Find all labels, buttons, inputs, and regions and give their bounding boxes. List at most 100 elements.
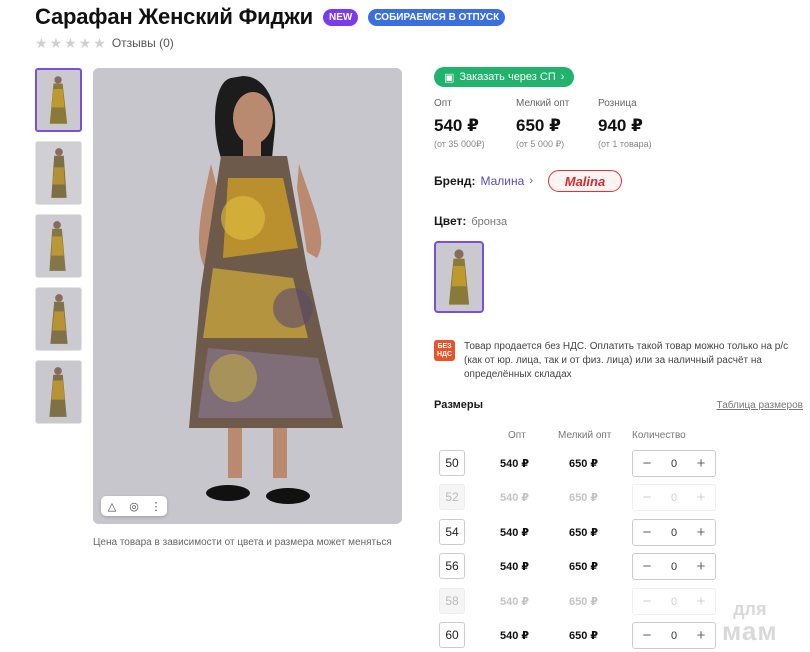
- quantity-value[interactable]: 0: [671, 527, 677, 539]
- watermark-line2: мам: [722, 616, 778, 646]
- color-row: Цвет: бронза: [434, 214, 507, 228]
- plus-icon[interactable]: +: [694, 456, 708, 471]
- quantity-value[interactable]: 0: [671, 630, 677, 642]
- quantity-value: 0: [670, 491, 678, 504]
- size-price-small-opt: 650 ₽: [569, 458, 599, 470]
- product-title: Сарафан Женский Фиджи: [35, 4, 313, 29]
- no-vat-icon-line2: НДС: [436, 350, 453, 358]
- thumbnail-2[interactable]: [35, 141, 82, 205]
- dress-photo-swatch: [436, 243, 482, 311]
- minus-icon: −: [642, 488, 652, 506]
- quantity-value[interactable]: 0: [671, 458, 677, 470]
- brand-logo[interactable]: Malina: [547, 170, 622, 192]
- size-label: 52: [439, 484, 465, 510]
- size-price-opt: 540 ₽: [500, 527, 530, 539]
- price-retail: Розница 940 ₽ (от 1 товара): [598, 98, 680, 150]
- minus-icon[interactable]: −: [640, 525, 654, 540]
- price-note: Цена товара в зависимости от цвета и раз…: [93, 537, 392, 548]
- rating-stars: ★ ★ ★ ★ ★: [35, 36, 106, 50]
- plus-icon[interactable]: +: [694, 525, 708, 540]
- column-header-opt: Опт: [508, 430, 526, 441]
- price-value: 650 ₽: [516, 116, 561, 135]
- price-condition: (от 1 товара): [598, 139, 652, 149]
- star-icon: ★: [35, 35, 48, 51]
- thumbnail-1[interactable]: [35, 68, 82, 132]
- price-condition: (от 35 000₽): [434, 139, 485, 149]
- dress-photo-thumb: [36, 361, 81, 423]
- size-label: 60: [439, 622, 465, 648]
- photo-toolbar: △ ◎ ⋮: [101, 496, 167, 516]
- price-label: Мелкий опт: [516, 98, 570, 109]
- dress-photo: [93, 68, 402, 524]
- no-vat-icon: БЕЗ НДС: [434, 340, 455, 361]
- reviews-link[interactable]: Отзывы (0): [112, 36, 174, 50]
- star-icon: ★: [64, 35, 77, 51]
- plus-icon[interactable]: +: [694, 628, 708, 643]
- price-columns: Опт 540 ₽ (от 35 000₽) Мелкий опт 650 ₽ …: [434, 98, 680, 150]
- thumbnail-3[interactable]: [35, 214, 82, 278]
- bookmark-icon[interactable]: △: [101, 496, 123, 516]
- color-label: Цвет:: [434, 214, 467, 228]
- bag-icon: ▣: [444, 71, 455, 84]
- sizes-title: Размеры: [434, 399, 484, 411]
- dress-photo-thumb: [36, 288, 81, 350]
- more-vertical-icon[interactable]: ⋮: [145, 496, 167, 516]
- size-label: 58: [439, 588, 465, 614]
- vat-text: Товар продается без НДС. Оплатить такой …: [464, 341, 789, 380]
- column-header-small-opt: Мелкий опт: [558, 430, 612, 441]
- quantity-value[interactable]: 0: [671, 561, 677, 573]
- dress-photo-thumb: [36, 142, 81, 204]
- size-price-small-opt: 650 ₽: [569, 561, 599, 573]
- badge-new[interactable]: NEW: [322, 8, 359, 26]
- size-row: 54 540 ₽ 650 ₽ − 0 +: [438, 519, 718, 547]
- watermark: для мам: [722, 598, 778, 646]
- quantity-stepper: − 0 +: [632, 588, 716, 615]
- plus-icon: +: [696, 592, 706, 610]
- size-row: 50 540 ₽ 650 ₽ − 0 +: [438, 450, 718, 478]
- size-chart-link[interactable]: Таблица размеров: [717, 400, 803, 411]
- badge-vacation[interactable]: СОБИРАЕМСЯ В ОТПУСК: [368, 8, 506, 26]
- quantity-stepper: − 0 +: [632, 450, 716, 477]
- size-price-opt: 540 ₽: [500, 458, 530, 470]
- brand-label: Бренд:: [434, 174, 476, 188]
- minus-icon[interactable]: −: [640, 628, 654, 643]
- star-icon: ★: [78, 35, 92, 51]
- thumbnail-list: [35, 68, 82, 424]
- brand-link[interactable]: Малина: [481, 174, 525, 188]
- size-price-small-opt: 650 ₽: [569, 492, 599, 504]
- sizes-header: Размеры Таблица размеров: [434, 399, 803, 411]
- size-price-opt: 540 ₽: [500, 561, 530, 573]
- price-wholesale: Опт 540 ₽ (от 35 000₽): [434, 98, 516, 150]
- thumbnail-5[interactable]: [35, 360, 82, 424]
- plus-icon[interactable]: +: [694, 559, 708, 574]
- size-price-small-opt: 650 ₽: [569, 596, 599, 608]
- star-icon: ★: [49, 35, 63, 51]
- size-label: 50: [439, 450, 465, 476]
- size-price-opt: 540 ₽: [500, 596, 530, 608]
- quantity-stepper: − 0 +: [632, 484, 716, 511]
- price-label: Опт: [434, 98, 452, 109]
- size-row: 58 540 ₽ 650 ₽ − 0 +: [438, 588, 718, 616]
- size-price-small-opt: 650 ₽: [569, 527, 599, 539]
- size-row: 52 540 ₽ 650 ₽ − 0 +: [438, 484, 718, 512]
- thumbnail-4[interactable]: [35, 287, 82, 351]
- vat-notice: БЕЗ НДС Товар продается без НДС. Оплатит…: [434, 340, 794, 382]
- order-sp-button[interactable]: ▣ Заказать через СП ›: [434, 67, 575, 87]
- camera-search-icon[interactable]: ◎: [123, 496, 145, 516]
- minus-icon: −: [642, 592, 652, 610]
- chevron-right-icon: ›: [529, 175, 533, 187]
- quantity-stepper: − 0 +: [632, 622, 716, 649]
- minus-icon[interactable]: −: [640, 456, 654, 471]
- color-value: бронза: [471, 216, 508, 228]
- color-swatch-bronze[interactable]: [434, 241, 484, 313]
- main-product-photo[interactable]: △ ◎ ⋮: [93, 68, 402, 524]
- minus-icon[interactable]: −: [640, 559, 654, 574]
- size-label: 54: [439, 519, 465, 545]
- no-vat-icon-line1: БЕЗ: [437, 342, 452, 350]
- column-header-quantity: Количество: [632, 430, 686, 441]
- dress-photo-thumb: [36, 215, 81, 277]
- price-value: 940 ₽: [598, 116, 643, 135]
- size-row: 56 540 ₽ 650 ₽ − 0 +: [438, 553, 718, 581]
- price-label: Розница: [598, 98, 637, 109]
- order-sp-label: Заказать через СП: [459, 71, 556, 83]
